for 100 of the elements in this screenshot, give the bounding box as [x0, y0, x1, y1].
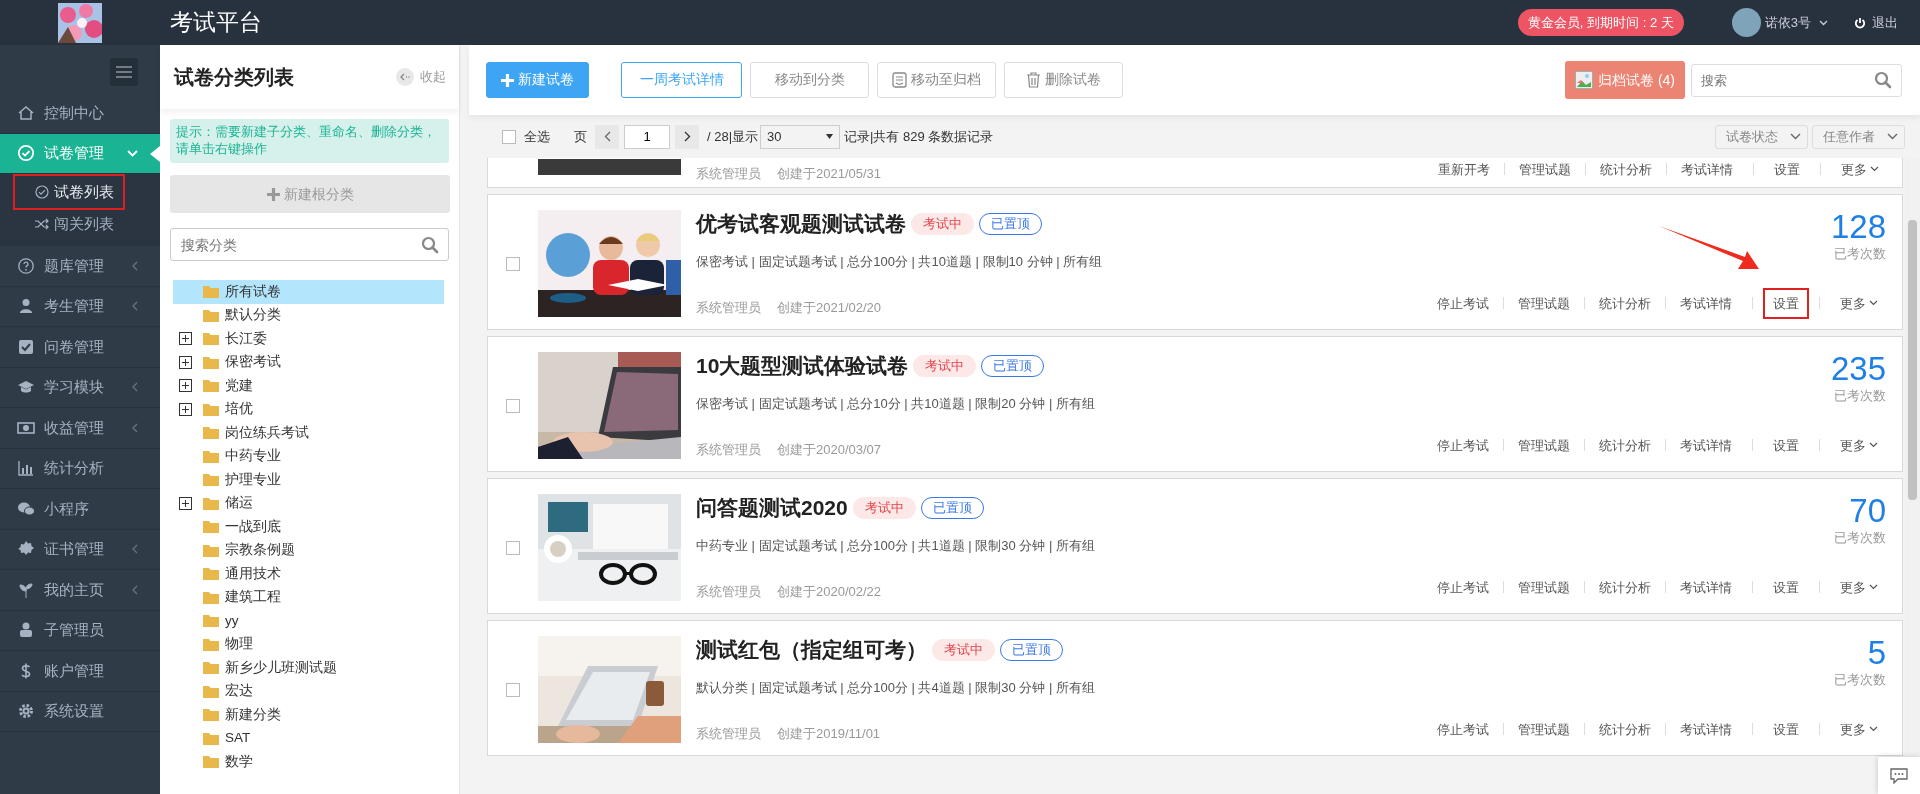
chevron-down-icon — [1869, 584, 1878, 591]
previous-page-button[interactable] — [595, 124, 619, 149]
tree-item[interactable]: 一战到底 — [173, 515, 444, 539]
next-page-button[interactable] — [675, 124, 699, 149]
checkbox[interactable] — [502, 129, 516, 144]
toolbar-button[interactable]: 删除试卷 — [1004, 62, 1123, 98]
action-link[interactable]: 设置 — [1765, 431, 1807, 459]
folder-icon — [203, 755, 219, 769]
action-link[interactable]: 重新开考 — [1430, 158, 1498, 183]
attempt-count: 70 — [1848, 494, 1886, 527]
tree-item[interactable]: 通用技术 — [173, 562, 444, 586]
action-link[interactable]: 管理试题 — [1511, 158, 1579, 183]
check-circle-icon — [17, 144, 35, 163]
exam-title[interactable]: 优考试客观题测试试卷 — [696, 210, 906, 238]
exam-title[interactable]: 测试红包（指定组可考） — [696, 636, 927, 664]
action-link[interactable]: 停止考试 — [1429, 431, 1497, 459]
expand-icon[interactable] — [179, 496, 192, 510]
more-menu[interactable]: 更多 — [1832, 573, 1886, 601]
tree-item[interactable]: 宏达 — [173, 679, 444, 703]
created-date: 创建于2020/03/07 — [777, 440, 882, 459]
user-icon — [17, 297, 35, 316]
expand-icon[interactable] — [179, 355, 192, 369]
action-link[interactable]: 考试详情 — [1672, 431, 1740, 459]
tree-item[interactable]: 宗教条例题 — [173, 538, 444, 562]
action-link[interactable]: 考试详情 — [1672, 289, 1740, 317]
action-link[interactable]: 设置 — [1766, 158, 1808, 183]
folder-icon — [203, 426, 219, 440]
tree-item[interactable]: 物理 — [173, 632, 444, 656]
toolbar-button[interactable]: 移动至归档 — [877, 62, 996, 98]
action-link[interactable]: 统计分析 — [1591, 289, 1659, 317]
more-menu[interactable]: 更多 — [1833, 158, 1887, 183]
tree-item[interactable]: yy — [173, 609, 444, 633]
attempt-count: 235 — [1830, 352, 1886, 385]
author: 系统管理员 — [696, 298, 761, 317]
tree-item[interactable]: 新乡少儿班测试题 — [173, 656, 444, 680]
chevron-down-icon — [1869, 300, 1878, 307]
created-date: 创建于2021/05/31 — [777, 164, 882, 183]
search-field[interactable]: 搜索分类 — [170, 228, 449, 261]
action-link[interactable]: 统计分析 — [1591, 431, 1659, 459]
expand-icon[interactable] — [179, 402, 192, 416]
page-input[interactable]: 1 — [624, 124, 670, 149]
tree-item[interactable]: 数学 — [173, 750, 444, 774]
folder-icon — [203, 543, 219, 557]
tree-item[interactable]: 培优 — [173, 397, 444, 421]
tree-item[interactable]: 所有试卷 — [173, 280, 444, 304]
action-link[interactable]: 考试详情 — [1672, 573, 1740, 601]
chat-button[interactable] — [1878, 757, 1920, 794]
action-link[interactable]: 停止考试 — [1429, 715, 1497, 743]
exam-title[interactable]: 问答题测试2020 — [696, 494, 848, 522]
tree-item[interactable]: 长江委 — [173, 327, 444, 351]
more-menu[interactable]: 更多 — [1832, 715, 1886, 743]
exam-title[interactable]: 10大题型测试体验试卷 — [696, 352, 909, 380]
checkbox[interactable] — [506, 398, 520, 413]
tree-item[interactable]: 新建分类 — [173, 703, 444, 727]
logout-link[interactable]: 退出 — [1854, 12, 1898, 33]
status-tag: 考试中 — [852, 497, 916, 519]
action-link[interactable]: 设置 — [1765, 573, 1807, 601]
action-link[interactable]: 统计分析 — [1591, 715, 1659, 743]
action-link[interactable]: 统计分析 — [1592, 158, 1660, 183]
more-menu[interactable]: 更多 — [1832, 431, 1886, 459]
search-icon[interactable] — [1874, 71, 1892, 89]
tree-item[interactable]: 岗位练兵考试 — [173, 421, 444, 445]
action-link[interactable]: 设置 — [1765, 289, 1807, 317]
checkbox[interactable] — [506, 256, 520, 271]
action-link[interactable]: 考试详情 — [1673, 158, 1741, 183]
user-menu[interactable]: 诺依3号 — [1731, 8, 1828, 37]
expand-icon[interactable] — [179, 332, 192, 346]
action-link[interactable]: 管理试题 — [1510, 715, 1578, 743]
tree-item[interactable]: 储运 — [173, 491, 444, 515]
action-link[interactable]: 统计分析 — [1591, 573, 1659, 601]
page-size-select[interactable]: 30 — [760, 124, 841, 149]
bar-chart-icon — [17, 459, 35, 478]
tree-item[interactable]: 护理专业 — [173, 468, 444, 492]
count-label: 已考次数 — [1833, 247, 1886, 260]
home-icon — [17, 103, 35, 122]
action-link[interactable]: 管理试题 — [1510, 431, 1578, 459]
search-field[interactable]: 搜索 — [1691, 63, 1902, 97]
checkbox[interactable] — [506, 540, 520, 555]
action-link[interactable]: 考试详情 — [1672, 715, 1740, 743]
sidebar-subitem[interactable]: 闯关列表 — [15, 208, 123, 240]
action-link[interactable]: 管理试题 — [1510, 573, 1578, 601]
action-link[interactable]: 管理试题 — [1510, 289, 1578, 317]
search-icon[interactable] — [421, 235, 439, 254]
tree-item[interactable]: 中药专业 — [173, 444, 444, 468]
action-link[interactable]: 设置 — [1765, 715, 1807, 743]
more-menu[interactable]: 更多 — [1832, 289, 1886, 317]
sidebar-subitem[interactable]: 试卷列表 — [15, 176, 123, 208]
chevron-right-icon — [683, 131, 691, 142]
tree-item[interactable]: 保密考试 — [173, 350, 444, 374]
menu-button[interactable] — [110, 58, 138, 86]
tree-item[interactable]: 建筑工程 — [173, 585, 444, 609]
checkbox[interactable] — [506, 682, 520, 697]
action-link[interactable]: 停止考试 — [1429, 573, 1497, 601]
tree-item[interactable]: 默认分类 — [173, 303, 444, 327]
expand-icon[interactable] — [179, 379, 192, 393]
check-circle-icon — [35, 185, 49, 199]
tree-item[interactable]: SAT — [173, 726, 444, 750]
toolbar-button[interactable]: 移动到分类 — [750, 62, 869, 98]
action-link[interactable]: 停止考试 — [1429, 289, 1497, 317]
tree-item[interactable]: 党建 — [173, 374, 444, 398]
